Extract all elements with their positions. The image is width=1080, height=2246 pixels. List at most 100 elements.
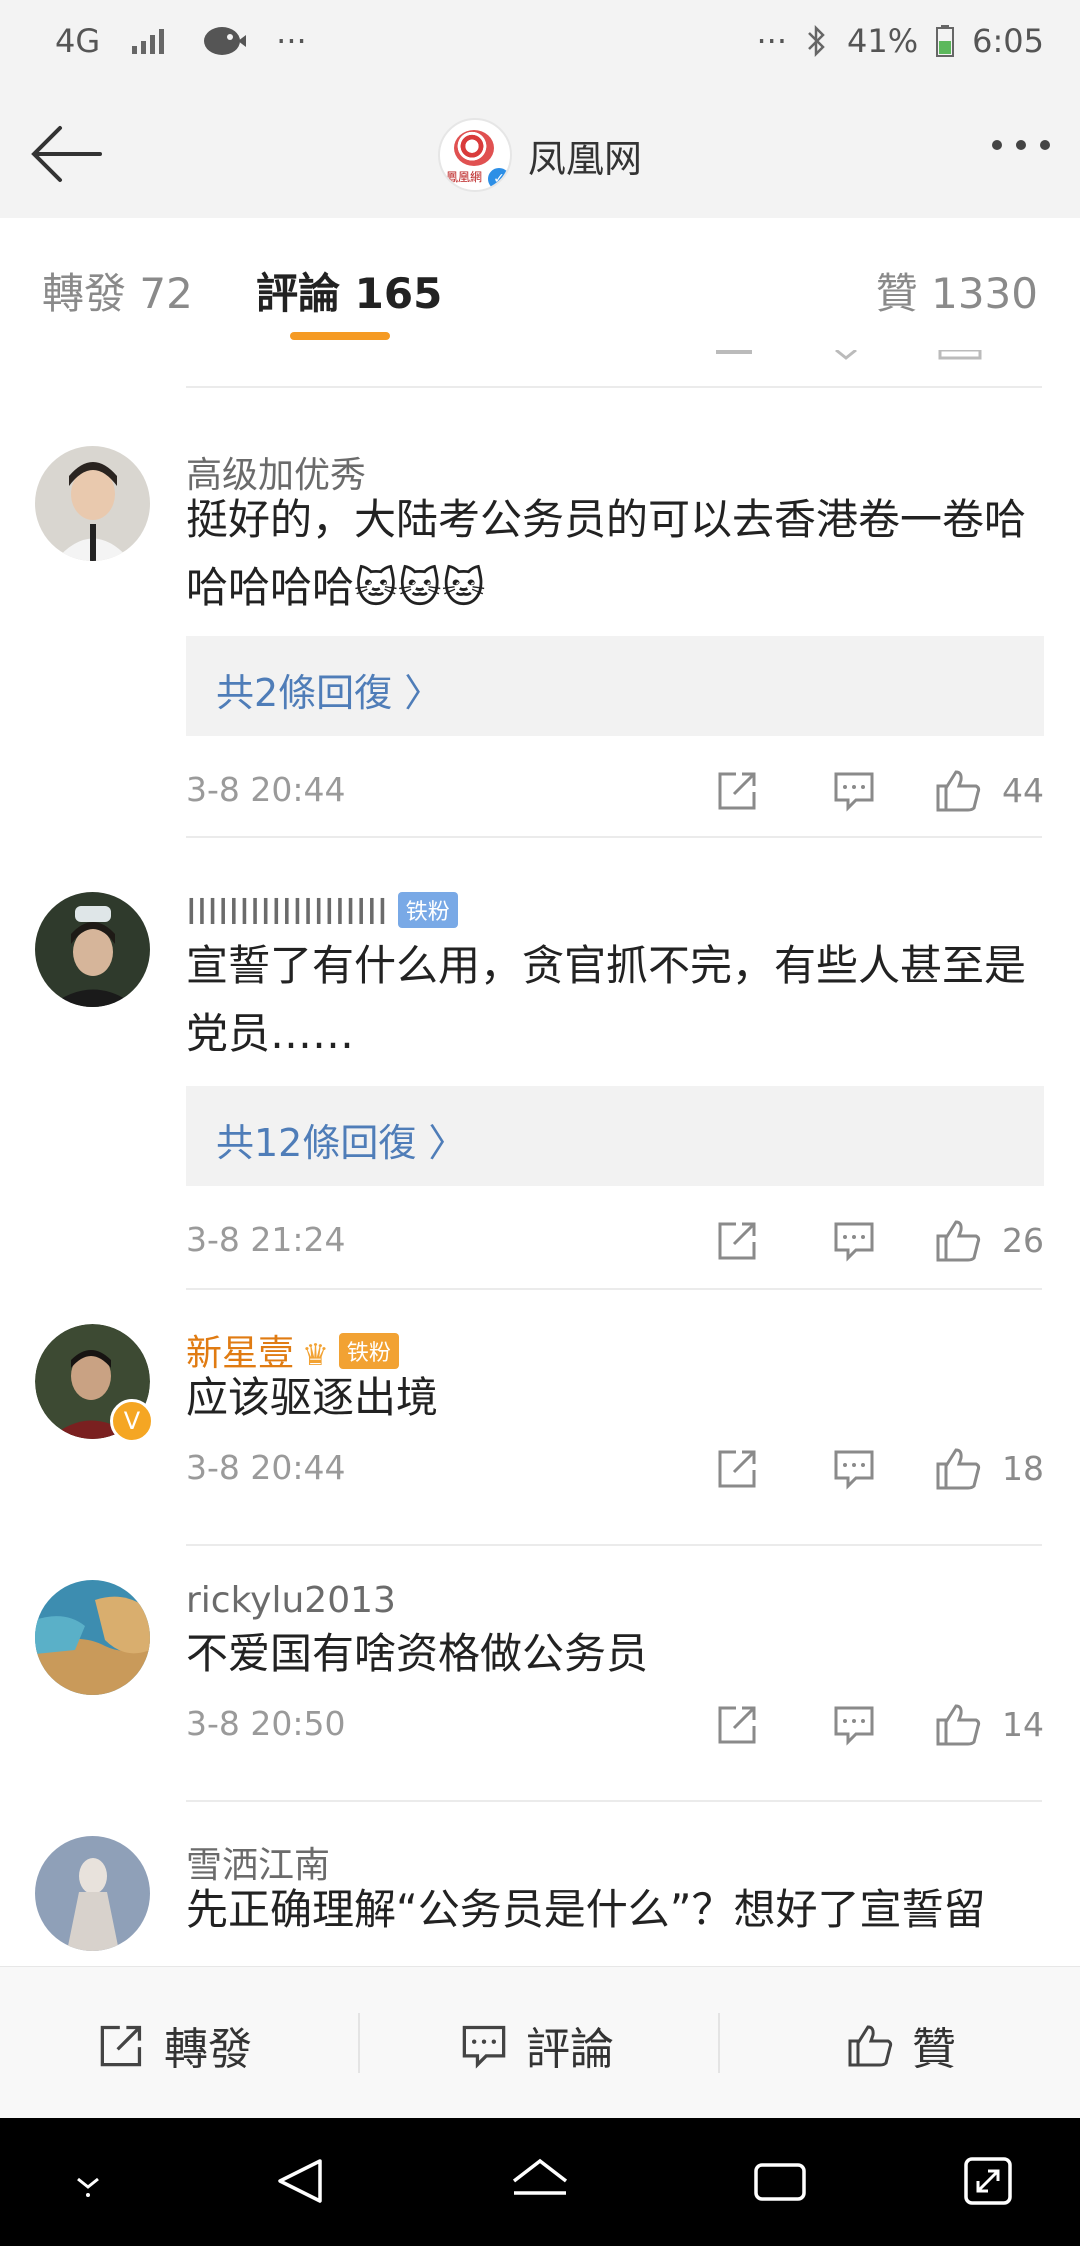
divider [186,1544,1042,1546]
replies-link-label: 共12條回復 〉 [216,1121,467,1165]
nav-home-icon[interactable] [508,2153,572,2209]
replies-link[interactable]: 共12條回復 〉 [186,1086,1044,1186]
replies-link[interactable]: 共2條回復 〉 [186,636,1044,736]
vip-verified-icon: V [110,1399,154,1443]
verified-icon: ✓ [486,166,510,190]
thumbs-up-icon [936,770,981,812]
comment-actions: 14 [644,1700,1044,1748]
nav-recents-icon[interactable] [748,2153,812,2209]
account-header[interactable]: 鳳凰網 ✓ 凤凰网 [438,118,642,192]
reply-icon[interactable] [832,1218,876,1262]
comment-list[interactable]: 高级加优秀 挺好的，大陆考公务员的可以去香港卷一卷哈哈哈哈哈🐱🐱🐱 共2條回復 … [0,350,1080,1966]
logo-text: 鳳凰網 [446,170,483,184]
divider [186,1288,1042,1290]
user-avatar-image [35,1836,150,1951]
repost-button[interactable]: 轉發 [98,2013,252,2077]
like-count: 44 [1002,770,1044,810]
share-icon[interactable] [716,1702,760,1746]
reply-icon[interactable] [832,1702,876,1746]
phoenix-logo-icon [454,130,494,166]
comment-time: 3-8 20:50 [186,1704,346,1743]
like-count: 26 [1002,1220,1044,1260]
expand-icon[interactable] [960,2153,1016,2209]
comment-username[interactable]: rickylu2013 [186,1580,396,1621]
battery-percent: 41% [847,22,919,60]
like-button[interactable]: 44 [934,766,1044,814]
system-nav-bar [0,2118,1080,2246]
comment-time: 3-8 20:44 [186,1448,346,1487]
more-notifications: ··· [276,22,307,60]
separator [358,2013,360,2073]
share-icon[interactable] [716,1218,760,1262]
comment-time: 3-8 20:44 [186,770,346,809]
tab-likes[interactable]: 贊 1330 [876,260,1038,321]
fan-badge: 铁粉 [397,892,458,928]
thumbs-up-icon [936,1448,981,1490]
comment-text: 挺好的，大陆考公务员的可以去香港卷一卷哈哈哈哈哈🐱🐱🐱 [186,495,1027,612]
like-count: 14 [1002,1704,1044,1744]
comment-icon [462,2025,506,2069]
thumbs-up-icon [936,1704,981,1746]
status-bar: 4G ··· ··· 41% 6:05 [0,0,1080,90]
reply-icon[interactable] [832,768,876,812]
avatar[interactable] [35,1836,150,1951]
like-button[interactable]: 14 [934,1700,1044,1748]
bluetooth-icon [808,24,825,58]
thumbs-up-icon [848,2025,893,2067]
nav-back-icon[interactable] [270,2153,330,2209]
network-indicator: 4G [55,22,101,60]
user-avatar-image [35,892,150,1007]
comment-text: 应该驱逐出境 [186,1373,439,1422]
avatar[interactable] [35,1580,150,1695]
share-icon[interactable] [716,1446,760,1490]
divider [186,1800,1042,1802]
signal-icon [132,29,165,54]
notification-icon [204,27,247,55]
separator [718,2013,720,2073]
comment-time: 3-8 21:24 [186,1220,346,1259]
divider [186,836,1042,838]
like-button[interactable]: 26 [934,1216,1044,1264]
account-name: 凤凰网 [528,136,643,181]
previous-item-actions [716,350,982,360]
comment-text: 宣誓了有什么用，贪官抓不完，有些人甚至是党员…… [186,941,1027,1058]
thumbs-up-icon [936,1220,981,1262]
chevron-down-icon[interactable] [62,2153,114,2209]
account-logo: 鳳凰網 ✓ [438,118,512,192]
comment-actions: 18 [644,1444,1044,1492]
comment-actions: 26 [644,1216,1044,1264]
repost-label: 轉發 [164,2024,252,2075]
comment-actions: 44 [644,766,1044,814]
comment-text: 先正确理解“公务员是什么”？想好了宣誓留 [186,1885,986,1934]
avatar[interactable]: V [35,1324,154,1443]
app-header: 鳳凰網 ✓ 凤凰网 [0,90,1080,219]
battery-icon [936,25,955,57]
user-avatar-image [35,446,150,561]
like-label: 贊 [912,2024,956,2075]
tab-reposts[interactable]: 轉發 72 [42,260,193,321]
more-indicators: ··· [756,22,788,60]
tab-bar: 轉發 72 評論 165 贊 1330 [0,218,1080,351]
divider [186,386,1042,388]
username-text: IIIIIIIIIIIIIIIIIII [186,892,388,933]
comment-text: 不爱国有啥资格做公务员 [186,1629,649,1678]
active-tab-indicator [290,332,390,340]
replies-link-label: 共2條回復 〉 [216,671,443,715]
back-arrow-icon[interactable] [30,120,106,188]
like-bottom-button[interactable]: 贊 [846,2013,956,2077]
avatar[interactable] [35,892,150,1007]
tab-comments[interactable]: 評論 165 [256,260,442,321]
comment-username[interactable]: IIIIIIIIIIIIIIIIIII 铁粉 [186,892,458,933]
more-options-icon[interactable] [992,140,1050,150]
share-icon [100,2025,142,2067]
comment-button[interactable]: 評論 [460,2013,614,2077]
share-icon[interactable] [716,768,760,812]
bottom-action-bar: 轉發 評論 贊 [0,1966,1080,2119]
avatar[interactable] [35,446,150,561]
user-avatar-image [35,1580,150,1695]
like-button[interactable]: 18 [934,1444,1044,1492]
like-count: 18 [1002,1448,1044,1488]
reply-icon[interactable] [832,1446,876,1490]
clock: 6:05 [972,22,1044,60]
comment-label: 評論 [526,2024,614,2075]
